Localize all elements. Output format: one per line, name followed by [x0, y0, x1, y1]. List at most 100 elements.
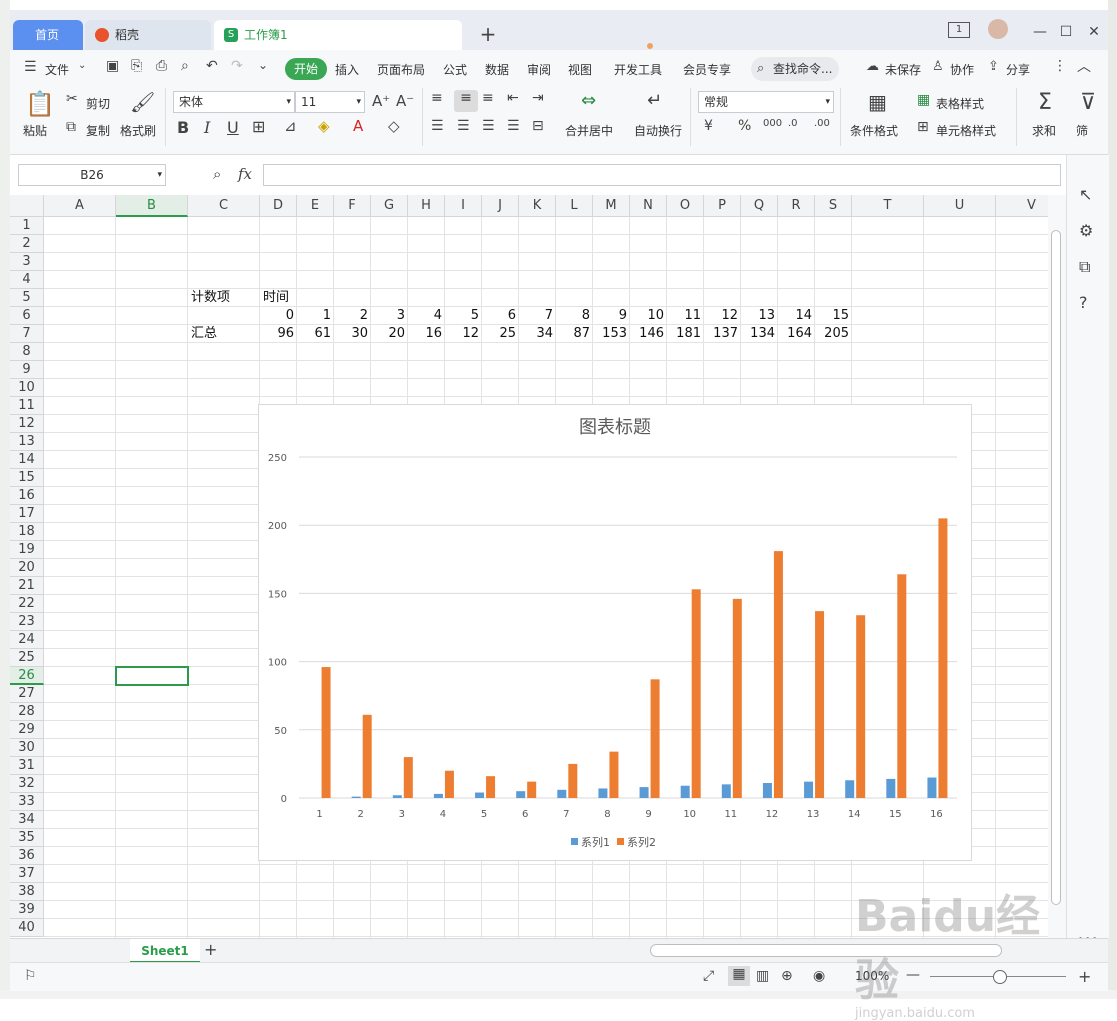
copy-icon[interactable]: ⧉ [66, 119, 76, 135]
distributed-icon[interactable]: ⊟ [532, 118, 544, 134]
conditional-format-button[interactable]: 条件格式 [850, 122, 898, 139]
column-header-m[interactable]: M [593, 195, 630, 217]
cell-g6[interactable]: 3 [371, 307, 405, 325]
table-style-button[interactable]: 表格样式 [936, 95, 984, 112]
cell-j7[interactable]: 25 [482, 325, 516, 343]
fx-icon[interactable]: fx [238, 165, 252, 183]
row-header-32[interactable]: 32 [10, 775, 44, 793]
row-header-13[interactable]: 13 [10, 433, 44, 451]
fill-color-icon[interactable]: ◈ [318, 117, 330, 135]
column-header-k[interactable]: K [519, 195, 556, 217]
row-header-26[interactable]: 26 [10, 667, 44, 685]
row-header-2[interactable]: 2 [10, 235, 44, 253]
row-header-29[interactable]: 29 [10, 721, 44, 739]
menu-file[interactable]: 文件 [45, 61, 69, 78]
formula-input[interactable] [263, 164, 1061, 186]
cell-h7[interactable]: 16 [408, 325, 442, 343]
unsaved-status[interactable]: 未保存 [885, 61, 921, 78]
row-header-39[interactable]: 39 [10, 901, 44, 919]
thousands-icon[interactable]: 000 [763, 118, 782, 129]
cell-r7[interactable]: 164 [778, 325, 812, 343]
menu-data[interactable]: 数据 [485, 61, 509, 78]
paste-button[interactable]: 粘贴 [23, 122, 47, 139]
column-header-u[interactable]: U [924, 195, 996, 217]
number-format-select[interactable]: 常规 ▾ [698, 91, 834, 113]
cell-e7[interactable]: 61 [297, 325, 331, 343]
increase-decimal-icon[interactable]: .0 [788, 118, 798, 129]
column-header-j[interactable]: J [482, 195, 519, 217]
print-icon[interactable]: ⎙ [156, 58, 167, 74]
decrease-font-icon[interactable]: A⁻ [396, 92, 414, 110]
row-header-36[interactable]: 36 [10, 847, 44, 865]
cell-k7[interactable]: 34 [519, 325, 553, 343]
row-header-11[interactable]: 11 [10, 397, 44, 415]
vertical-scrollbar[interactable] [1048, 195, 1066, 938]
row-header-3[interactable]: 3 [10, 253, 44, 271]
tab-workbook[interactable]: S 工作簿1 [214, 20, 653, 50]
zoom-formula-icon[interactable]: ⌕ [213, 165, 221, 183]
row-header-7[interactable]: 7 [10, 325, 44, 343]
wrap-text-icon[interactable]: ↵ [647, 90, 662, 111]
cell-q6[interactable]: 13 [741, 307, 775, 325]
page-indicator[interactable]: 1 [948, 22, 970, 38]
cell-style-icon[interactable]: ⊞ [917, 119, 929, 135]
paste-icon[interactable]: 📋 [25, 90, 55, 118]
row-header-30[interactable]: 30 [10, 739, 44, 757]
fullscreen-icon[interactable]: ⤢ [703, 968, 714, 984]
macro-icon[interactable]: ⚐ [24, 968, 37, 984]
cell-l6[interactable]: 8 [556, 307, 590, 325]
cell-h6[interactable]: 4 [408, 307, 442, 325]
collaborate-button[interactable]: 协作 [950, 61, 974, 78]
cell-c5[interactable]: 计数项 [191, 289, 230, 307]
adjust-icon[interactable]: ⚙ [1079, 221, 1093, 240]
menu-view[interactable]: 视图 [568, 61, 592, 78]
row-header-8[interactable]: 8 [10, 343, 44, 361]
row-header-37[interactable]: 37 [10, 865, 44, 883]
cut-button[interactable]: 剪切 [86, 95, 110, 112]
column-header-e[interactable]: E [297, 195, 334, 217]
column-header-o[interactable]: O [667, 195, 704, 217]
row-header-12[interactable]: 12 [10, 415, 44, 433]
row-header-40[interactable]: 40 [10, 919, 44, 937]
column-header-v[interactable]: V [996, 195, 1048, 217]
column-header-l[interactable]: L [556, 195, 593, 217]
row-header-31[interactable]: 31 [10, 757, 44, 775]
justify-icon[interactable]: ☰ [507, 118, 520, 134]
bold-icon[interactable]: B [177, 118, 189, 137]
name-box[interactable]: B26 ▾ [18, 164, 166, 186]
cell-m7[interactable]: 153 [593, 325, 627, 343]
add-sheet-icon[interactable]: + [204, 940, 217, 959]
cell-p6[interactable]: 12 [704, 307, 738, 325]
currency-icon[interactable]: ¥ [704, 118, 713, 134]
tab-docer[interactable]: 稻壳 [85, 20, 211, 50]
row-header-14[interactable]: 14 [10, 451, 44, 469]
outdent-icon[interactable]: ⇤ [507, 90, 519, 106]
hamburger-icon[interactable]: ☰ [24, 59, 37, 75]
minimize-icon[interactable]: — [1030, 24, 1050, 40]
sum-icon[interactable]: Σ [1038, 90, 1052, 115]
bar-chart[interactable]: 图表标题 0 50 100 150 200 250 1 2 3 4 5 6 7 8 9 10 11 12 13 14 15… [258, 404, 972, 861]
column-header-d[interactable]: D [260, 195, 297, 217]
filter-icon[interactable]: ⊽ [1080, 90, 1096, 115]
align-top-icon[interactable]: ≡ [431, 90, 443, 106]
page-break-view-icon[interactable]: ⊕ [781, 968, 793, 984]
row-header-10[interactable]: 10 [10, 379, 44, 397]
select-all-corner[interactable] [10, 195, 44, 217]
cell-d5[interactable]: 时间 [263, 289, 289, 307]
decrease-decimal-icon[interactable]: .00 [814, 118, 830, 129]
column-header-c[interactable]: C [188, 195, 260, 217]
row-header-9[interactable]: 9 [10, 361, 44, 379]
row-header-17[interactable]: 17 [10, 505, 44, 523]
cell-q7[interactable]: 134 [741, 325, 775, 343]
cell-p7[interactable]: 137 [704, 325, 738, 343]
eye-protection-icon[interactable]: ◉ [813, 968, 825, 984]
print-preview-icon[interactable]: ⌕ [181, 58, 189, 74]
row-header-4[interactable]: 4 [10, 271, 44, 289]
search-command-input[interactable]: ⌕ 查找命令... [751, 57, 839, 81]
cell-o6[interactable]: 11 [667, 307, 701, 325]
chevron-down-icon[interactable]: ⌄ [78, 60, 86, 71]
cell-e6[interactable]: 1 [297, 307, 331, 325]
cell-f6[interactable]: 2 [334, 307, 368, 325]
row-header-16[interactable]: 16 [10, 487, 44, 505]
font-name-select[interactable]: 宋体 ▾ [173, 91, 295, 113]
